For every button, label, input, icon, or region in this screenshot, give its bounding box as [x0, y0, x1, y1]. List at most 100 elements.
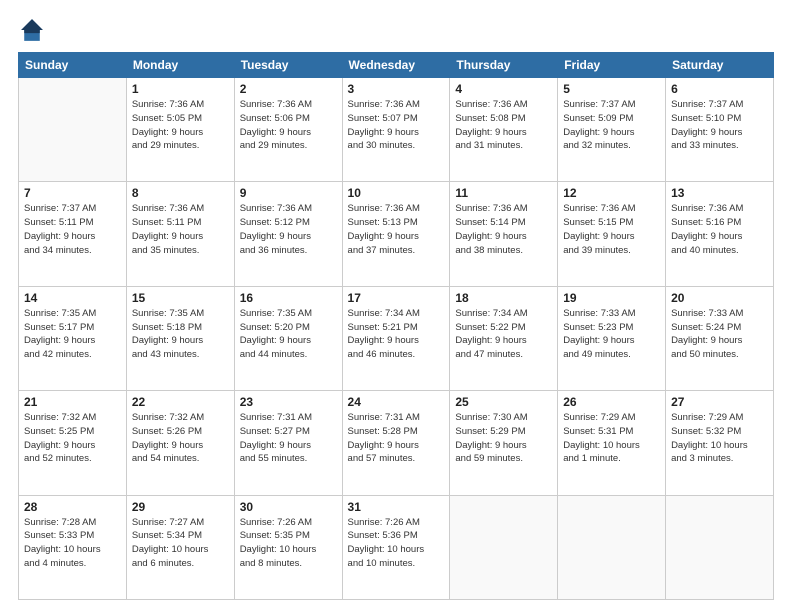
calendar-cell: 3 Sunrise: 7:36 AM Sunset: 5:07 PM Daylig…: [342, 78, 450, 182]
day-number: 22: [132, 395, 229, 409]
calendar-cell: [666, 495, 774, 599]
calendar-cell: [450, 495, 558, 599]
day-number: 31: [348, 500, 445, 514]
day-number: 18: [455, 291, 552, 305]
logo-icon: [18, 16, 46, 44]
day-info: Sunrise: 7:35 AM Sunset: 5:20 PM Dayligh…: [240, 307, 337, 362]
day-info: Sunrise: 7:37 AM Sunset: 5:10 PM Dayligh…: [671, 98, 768, 153]
calendar-cell: 13 Sunrise: 7:36 AM Sunset: 5:16 PM Dayli…: [666, 182, 774, 286]
calendar-week-4: 21 Sunrise: 7:32 AM Sunset: 5:25 PM Dayli…: [19, 391, 774, 495]
calendar-cell: 21 Sunrise: 7:32 AM Sunset: 5:25 PM Dayli…: [19, 391, 127, 495]
calendar-cell: 5 Sunrise: 7:37 AM Sunset: 5:09 PM Daylig…: [558, 78, 666, 182]
day-number: 8: [132, 186, 229, 200]
weekday-header-thursday: Thursday: [450, 53, 558, 78]
day-info: Sunrise: 7:36 AM Sunset: 5:13 PM Dayligh…: [348, 202, 445, 257]
day-number: 11: [455, 186, 552, 200]
calendar-cell: 22 Sunrise: 7:32 AM Sunset: 5:26 PM Dayli…: [126, 391, 234, 495]
calendar-cell: 20 Sunrise: 7:33 AM Sunset: 5:24 PM Dayli…: [666, 286, 774, 390]
calendar-cell: 8 Sunrise: 7:36 AM Sunset: 5:11 PM Daylig…: [126, 182, 234, 286]
day-info: Sunrise: 7:31 AM Sunset: 5:28 PM Dayligh…: [348, 411, 445, 466]
day-info: Sunrise: 7:29 AM Sunset: 5:32 PM Dayligh…: [671, 411, 768, 466]
day-number: 1: [132, 82, 229, 96]
calendar-cell: 17 Sunrise: 7:34 AM Sunset: 5:21 PM Dayli…: [342, 286, 450, 390]
day-number: 24: [348, 395, 445, 409]
calendar-cell: 10 Sunrise: 7:36 AM Sunset: 5:13 PM Dayli…: [342, 182, 450, 286]
day-info: Sunrise: 7:35 AM Sunset: 5:18 PM Dayligh…: [132, 307, 229, 362]
day-number: 10: [348, 186, 445, 200]
weekday-header-wednesday: Wednesday: [342, 53, 450, 78]
day-info: Sunrise: 7:36 AM Sunset: 5:14 PM Dayligh…: [455, 202, 552, 257]
calendar-week-3: 14 Sunrise: 7:35 AM Sunset: 5:17 PM Dayli…: [19, 286, 774, 390]
calendar-cell: 2Sunrise: 7:36 AM Sunset: 5:06 PM Daylig…: [234, 78, 342, 182]
logo: [18, 16, 50, 44]
day-info: Sunrise: 7:36 AM Sunset: 5:06 PM Dayligh…: [240, 98, 337, 153]
calendar-cell: 4Sunrise: 7:36 AM Sunset: 5:08 PM Daylig…: [450, 78, 558, 182]
day-number: 9: [240, 186, 337, 200]
day-info: Sunrise: 7:29 AM Sunset: 5:31 PM Dayligh…: [563, 411, 660, 466]
day-info: Sunrise: 7:26 AM Sunset: 5:36 PM Dayligh…: [348, 516, 445, 571]
day-info: Sunrise: 7:36 AM Sunset: 5:05 PM Dayligh…: [132, 98, 229, 153]
calendar-week-1: 1 Sunrise: 7:36 AM Sunset: 5:05 PM Daylig…: [19, 78, 774, 182]
calendar-cell: 7 Sunrise: 7:37 AM Sunset: 5:11 PM Daylig…: [19, 182, 127, 286]
weekday-header-sunday: Sunday: [19, 53, 127, 78]
calendar-cell: 28Sunrise: 7:28 AM Sunset: 5:33 PM Dayli…: [19, 495, 127, 599]
calendar-week-5: 28Sunrise: 7:28 AM Sunset: 5:33 PM Dayli…: [19, 495, 774, 599]
calendar-cell: 23Sunrise: 7:31 AM Sunset: 5:27 PM Dayli…: [234, 391, 342, 495]
calendar-cell: 31 Sunrise: 7:26 AM Sunset: 5:36 PM Dayli…: [342, 495, 450, 599]
day-number: 20: [671, 291, 768, 305]
day-number: 5: [563, 82, 660, 96]
weekday-header-saturday: Saturday: [666, 53, 774, 78]
day-number: 21: [24, 395, 121, 409]
calendar-cell: 30Sunrise: 7:26 AM Sunset: 5:35 PM Dayli…: [234, 495, 342, 599]
calendar-cell: 11 Sunrise: 7:36 AM Sunset: 5:14 PM Dayli…: [450, 182, 558, 286]
calendar-cell: 9 Sunrise: 7:36 AM Sunset: 5:12 PM Daylig…: [234, 182, 342, 286]
day-info: Sunrise: 7:37 AM Sunset: 5:09 PM Dayligh…: [563, 98, 660, 153]
day-number: 19: [563, 291, 660, 305]
day-info: Sunrise: 7:36 AM Sunset: 5:16 PM Dayligh…: [671, 202, 768, 257]
calendar-cell: 29 Sunrise: 7:27 AM Sunset: 5:34 PM Dayli…: [126, 495, 234, 599]
day-info: Sunrise: 7:33 AM Sunset: 5:23 PM Dayligh…: [563, 307, 660, 362]
day-info: Sunrise: 7:27 AM Sunset: 5:34 PM Dayligh…: [132, 516, 229, 571]
calendar-cell: 18 Sunrise: 7:34 AM Sunset: 5:22 PM Dayli…: [450, 286, 558, 390]
day-info: Sunrise: 7:36 AM Sunset: 5:07 PM Dayligh…: [348, 98, 445, 153]
day-number: 14: [24, 291, 121, 305]
weekday-header-monday: Monday: [126, 53, 234, 78]
day-number: 7: [24, 186, 121, 200]
calendar-cell: 16Sunrise: 7:35 AM Sunset: 5:20 PM Dayli…: [234, 286, 342, 390]
day-number: 13: [671, 186, 768, 200]
weekday-header-row: SundayMondayTuesdayWednesdayThursdayFrid…: [19, 53, 774, 78]
day-number: 27: [671, 395, 768, 409]
day-info: Sunrise: 7:37 AM Sunset: 5:11 PM Dayligh…: [24, 202, 121, 257]
day-info: Sunrise: 7:33 AM Sunset: 5:24 PM Dayligh…: [671, 307, 768, 362]
day-info: Sunrise: 7:36 AM Sunset: 5:11 PM Dayligh…: [132, 202, 229, 257]
calendar-cell: 27 Sunrise: 7:29 AM Sunset: 5:32 PM Dayli…: [666, 391, 774, 495]
day-info: Sunrise: 7:36 AM Sunset: 5:12 PM Dayligh…: [240, 202, 337, 257]
day-number: 12: [563, 186, 660, 200]
weekday-header-tuesday: Tuesday: [234, 53, 342, 78]
day-number: 6: [671, 82, 768, 96]
calendar-page: SundayMondayTuesdayWednesdayThursdayFrid…: [0, 0, 792, 612]
day-info: Sunrise: 7:32 AM Sunset: 5:25 PM Dayligh…: [24, 411, 121, 466]
day-info: Sunrise: 7:36 AM Sunset: 5:08 PM Dayligh…: [455, 98, 552, 153]
day-info: Sunrise: 7:32 AM Sunset: 5:26 PM Dayligh…: [132, 411, 229, 466]
day-number: 17: [348, 291, 445, 305]
day-info: Sunrise: 7:35 AM Sunset: 5:17 PM Dayligh…: [24, 307, 121, 362]
day-number: 29: [132, 500, 229, 514]
calendar-cell: [19, 78, 127, 182]
calendar-cell: 6 Sunrise: 7:37 AM Sunset: 5:10 PM Daylig…: [666, 78, 774, 182]
calendar-table: SundayMondayTuesdayWednesdayThursdayFrid…: [18, 52, 774, 600]
day-info: Sunrise: 7:34 AM Sunset: 5:21 PM Dayligh…: [348, 307, 445, 362]
calendar-cell: 24 Sunrise: 7:31 AM Sunset: 5:28 PM Dayli…: [342, 391, 450, 495]
day-info: Sunrise: 7:30 AM Sunset: 5:29 PM Dayligh…: [455, 411, 552, 466]
header: [18, 16, 774, 44]
calendar-cell: 1 Sunrise: 7:36 AM Sunset: 5:05 PM Daylig…: [126, 78, 234, 182]
day-number: 28: [24, 500, 121, 514]
day-info: Sunrise: 7:34 AM Sunset: 5:22 PM Dayligh…: [455, 307, 552, 362]
day-info: Sunrise: 7:31 AM Sunset: 5:27 PM Dayligh…: [240, 411, 337, 466]
day-number: 15: [132, 291, 229, 305]
day-number: 26: [563, 395, 660, 409]
calendar-cell: 19 Sunrise: 7:33 AM Sunset: 5:23 PM Dayli…: [558, 286, 666, 390]
day-number: 3: [348, 82, 445, 96]
calendar-cell: 15 Sunrise: 7:35 AM Sunset: 5:18 PM Dayli…: [126, 286, 234, 390]
calendar-cell: 12Sunrise: 7:36 AM Sunset: 5:15 PM Dayli…: [558, 182, 666, 286]
